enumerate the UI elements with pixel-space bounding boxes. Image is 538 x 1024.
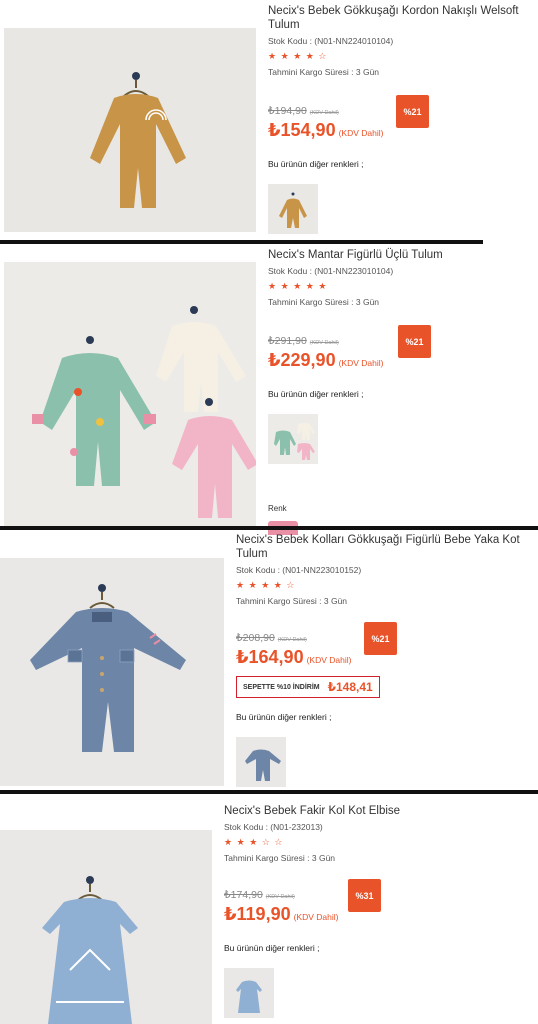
romper-trio-thumb-image: [268, 414, 318, 464]
new-price-vat: (KDV Dahil): [338, 128, 384, 138]
star-empty-icon: ☆: [318, 51, 328, 61]
product-info-4: Necix's Bebek Fakir Kol Kot Elbise Stok …: [224, 804, 530, 1018]
dress-denim-image: [0, 830, 212, 1024]
old-price: ₺208,90: [236, 632, 275, 644]
old-price-vat: (KDV Dahil): [309, 110, 339, 116]
product-title[interactable]: Necix's Bebek Kolları Gökkuşağı Figürlü …: [236, 533, 532, 561]
product-image-4[interactable]: [0, 830, 212, 1024]
color-variant-thumb[interactable]: [224, 968, 274, 1018]
price-block: ₺174,90 (KDV Dahil) ₺119,90 (KDV Dahil) %3…: [224, 879, 530, 929]
old-price: ₺194,90: [268, 105, 307, 117]
star-icon: ★: [268, 281, 278, 291]
old-price-vat: (KDV Dahil): [265, 894, 295, 900]
color-variant-thumb[interactable]: [268, 414, 318, 464]
old-price: ₺174,90: [224, 889, 263, 901]
product-info-2: Necix's Mantar Figürlü Üçlü Tulum Stok K…: [268, 248, 530, 535]
cart-discount-box: SEPETTE %10 İNDİRİM ₺148,41: [236, 676, 380, 698]
star-empty-icon: ☆: [274, 837, 284, 847]
new-price-vat: (KDV Dahil): [306, 655, 352, 665]
stock-code: Stok Kodu : (N01-232013): [224, 822, 323, 832]
shipping-time: Tahmini Kargo Süresi : 3 Gün: [268, 297, 380, 307]
shipping-time: Tahmini Kargo Süresi : 3 Gün: [236, 596, 348, 606]
other-colors-label: Bu ürünün diğer renkleri ;: [236, 712, 332, 722]
color-variant-thumb[interactable]: [236, 737, 286, 787]
product-image-1[interactable]: [4, 28, 256, 232]
romper-denim-thumb-image: [236, 737, 286, 787]
new-price: ₺119,90: [224, 904, 291, 924]
other-colors-label: Bu ürünün diğer renkleri ;: [268, 389, 364, 399]
romper-denim-image: [0, 558, 224, 786]
star-icon: ★: [273, 580, 283, 590]
star-icon: ★: [280, 281, 290, 291]
star-icon: ★: [236, 837, 246, 847]
star-icon: ★: [248, 580, 258, 590]
rating-stars: ★ ★ ★ ★ ★: [268, 281, 530, 292]
shipping-time: Tahmini Kargo Süresi : 3 Gün: [224, 853, 336, 863]
old-price-vat: (KDV Dahil): [277, 637, 307, 643]
discount-badge: %21: [364, 622, 397, 655]
discount-badge: %31: [348, 879, 381, 912]
price-block: ₺194,90 (KDV Dahil) ₺154,90 (KDV Dahil) %2…: [268, 95, 530, 145]
rating-stars: ★ ★ ★ ★ ☆: [236, 580, 532, 591]
old-price-vat: (KDV Dahil): [309, 340, 339, 346]
romper-thumb-image: [268, 184, 318, 234]
price-block: ₺208,90 (KDV Dahil) ₺164,90 (KDV Dahil) %2…: [236, 622, 532, 672]
romper-trio-image: [4, 262, 256, 526]
stock-code: Stok Kodu : (N01-NN224010104): [268, 36, 394, 46]
new-price: ₺164,90: [236, 647, 304, 667]
star-icon: ★: [249, 837, 259, 847]
stock-code: Stok Kodu : (N01-NN223010152): [236, 565, 362, 575]
new-price: ₺154,90: [268, 120, 336, 140]
dress-thumb-image: [224, 968, 274, 1018]
star-icon: ★: [293, 281, 303, 291]
color-variant-thumb[interactable]: [268, 184, 318, 234]
other-colors-label: Bu ürünün diğer renkleri ;: [224, 943, 320, 953]
color-label: Renk: [268, 504, 287, 513]
product-title[interactable]: Necix's Mantar Figürlü Üçlü Tulum: [268, 248, 530, 262]
star-icon: ★: [268, 51, 278, 61]
star-icon: ★: [280, 51, 290, 61]
cart-discount-label: SEPETTE %10 İNDİRİM: [243, 683, 320, 691]
product-image-2[interactable]: [4, 262, 256, 526]
product-title[interactable]: Necix's Bebek Fakir Kol Kot Elbise: [224, 804, 530, 818]
product-card-3: Necix's Bebek Kolları Gökkuşağı Figürlü …: [0, 530, 538, 790]
product-info-3: Necix's Bebek Kolları Gökkuşağı Figürlü …: [236, 533, 532, 787]
product-card-1: Necix's Bebek Gökkuşağı Kordon Nakışlı W…: [0, 0, 538, 240]
rating-stars: ★ ★ ★ ☆ ☆: [224, 837, 530, 848]
star-icon: ★: [293, 51, 303, 61]
product-card-4: Necix's Bebek Fakir Kol Kot Elbise Stok …: [0, 794, 538, 1024]
star-icon: ★: [224, 837, 234, 847]
romper-mustard-image: [4, 28, 256, 232]
stock-code: Stok Kodu : (N01-NN223010104): [268, 266, 394, 276]
rating-stars: ★ ★ ★ ★ ☆: [268, 51, 530, 62]
new-price-vat: (KDV Dahil): [293, 912, 339, 922]
star-icon: ★: [305, 281, 315, 291]
new-price-vat: (KDV Dahil): [338, 358, 384, 368]
star-icon: ★: [305, 51, 315, 61]
star-icon: ★: [236, 580, 246, 590]
star-icon: ★: [261, 580, 271, 590]
new-price: ₺229,90: [268, 350, 336, 370]
cart-discount-price: ₺148,41: [327, 680, 373, 694]
product-card-2: Necix's Mantar Figürlü Üçlü Tulum Stok K…: [0, 244, 538, 535]
price-block: ₺291,90 (KDV Dahil) ₺229,90 (KDV Dahil) %2…: [268, 325, 530, 375]
product-title[interactable]: Necix's Bebek Gökkuşağı Kordon Nakışlı W…: [268, 4, 530, 32]
star-empty-icon: ☆: [286, 580, 296, 590]
product-image-3[interactable]: [0, 558, 224, 786]
shipping-time: Tahmini Kargo Süresi : 3 Gün: [268, 67, 380, 77]
star-empty-icon: ☆: [261, 837, 271, 847]
discount-badge: %21: [398, 325, 431, 358]
discount-badge: %21: [396, 95, 429, 128]
product-info-1: Necix's Bebek Gökkuşağı Kordon Nakışlı W…: [268, 4, 530, 234]
star-icon: ★: [318, 281, 328, 291]
old-price: ₺291,90: [268, 335, 307, 347]
other-colors-label: Bu ürünün diğer renkleri ;: [268, 159, 364, 169]
